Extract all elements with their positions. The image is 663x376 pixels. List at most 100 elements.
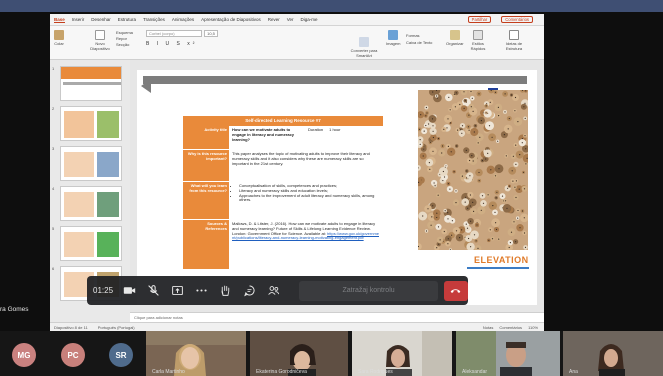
row-label: Why is this resource important? (183, 150, 229, 181)
shapes-button[interactable]: Formas (406, 32, 432, 39)
share-screen-button[interactable] (165, 280, 189, 302)
menu-animacoes[interactable]: Animações (172, 17, 194, 22)
quick-styles-icon (473, 30, 483, 40)
activity-title: How can we motivate adults to engage in … (232, 127, 295, 142)
share-screen-icon (171, 285, 183, 296)
participant-avatar-pc[interactable]: PC (61, 343, 85, 367)
smartart-label: Converter para SmartArt (350, 48, 378, 58)
slide-thumb-4[interactable] (60, 186, 122, 221)
participant-video (563, 331, 663, 376)
participant-video-tile[interactable]: Carla Martinho (146, 331, 246, 376)
thumb-number-2: 2 (52, 106, 55, 111)
participant-video-tile[interactable]: Sara Rodrigues (352, 331, 452, 376)
arrange-button[interactable]: Organizar (446, 30, 464, 47)
table-row: Activity title How can we motivate adult… (183, 126, 383, 150)
participant-video-tile[interactable]: Ekaterina Gorodničeva (250, 331, 348, 376)
video-name: Ana (569, 369, 578, 375)
raise-hand-button[interactable] (213, 280, 237, 302)
font-name-select[interactable]: Corbel (corpo) (146, 30, 202, 37)
picture-icon (388, 30, 399, 40)
row-value: This paper analyses the topic of motivat… (229, 150, 383, 181)
ppt-ribbon: Colar Novo Diapositivo Esquema Repor Sec… (50, 26, 544, 60)
font-size-select[interactable]: 10,5 (204, 30, 218, 37)
arrange-label: Organizar (446, 41, 464, 46)
menu-rever[interactable]: Rever (268, 17, 280, 22)
microphone-button[interactable] (141, 280, 165, 302)
participant-avatar-sr[interactable]: SR (109, 343, 133, 367)
quick-styles-button[interactable]: Estilos Rápidos (468, 30, 488, 51)
design-ideas-label: Ideias de Estrutura (505, 41, 523, 51)
participant-avatar-mg[interactable]: MG (12, 343, 36, 367)
participants-icon (268, 286, 279, 295)
design-ideas-button[interactable]: Ideias de Estrutura (500, 30, 528, 51)
table-row: Sources & References Mallows, D. & Litst… (183, 220, 383, 270)
request-control-button[interactable]: Zatražaj kontrolu (299, 280, 438, 301)
video-name: Aleksandar (462, 369, 488, 375)
menu-estrutura[interactable]: Estrutura (118, 17, 136, 22)
format-buttons[interactable]: B I U S x² (146, 41, 197, 47)
row-value: Conceptualisation of skills, competences… (229, 182, 383, 219)
avatar-initials: SR (115, 350, 127, 360)
meeting-top-strip (0, 0, 663, 12)
mic-muted-icon (147, 285, 159, 296)
picture-button[interactable]: Imagem (386, 30, 400, 47)
slide-thumb-2[interactable] (60, 106, 122, 141)
elevation-logo-underline (467, 267, 529, 269)
comments-toggle[interactable]: Comentários (499, 325, 522, 330)
layout-group: Esquema Repor Secção (116, 30, 133, 48)
notes-toggle[interactable]: Notas (483, 325, 493, 330)
smartart-icon (359, 37, 369, 47)
thumb-number-5: 5 (52, 226, 55, 231)
menu-transicoes[interactable]: Transições (143, 17, 165, 22)
menu-apresentacao[interactable]: Apresentação de Diapositivos (201, 17, 261, 22)
paste-button[interactable]: Colar (54, 30, 64, 47)
clipboard-icon (54, 30, 64, 40)
table-row: What will you learn from this resource? … (183, 182, 383, 220)
row-label: What will you learn from this resource? (183, 182, 229, 219)
camera-button[interactable] (117, 280, 141, 302)
thumb-number-1: 1 (52, 66, 55, 71)
table-title: Self-directed Learning Resource #7 (183, 116, 383, 126)
hang-up-icon (451, 289, 461, 293)
slide-thumb-5[interactable] (60, 226, 122, 261)
video-name: Sara Rodrigues (358, 369, 393, 375)
ellipsis-icon (196, 289, 207, 292)
chat-button[interactable] (237, 280, 261, 302)
new-slide-button[interactable]: Novo Diapositivo (88, 30, 112, 51)
more-options-button[interactable] (189, 280, 213, 302)
new-slide-label: Novo Diapositivo (90, 41, 110, 51)
end-call-button[interactable] (443, 280, 468, 301)
pencils-photo (418, 90, 528, 250)
slide-counter: Diapositivo 8 de 11 (54, 325, 88, 330)
menu-inserir[interactable]: Inserir (72, 17, 85, 22)
participant-video-tile[interactable]: Ana (563, 331, 663, 376)
slide-thumb-1[interactable] (60, 66, 122, 101)
thumb-number-6: 6 (52, 266, 55, 271)
textbox-button[interactable]: Caixa de Texto (406, 39, 432, 46)
chat-icon (243, 285, 255, 297)
participants-button[interactable] (261, 280, 285, 302)
smartart-button[interactable]: Converter para SmartArt (348, 37, 380, 58)
menu-ver[interactable]: Ver (287, 17, 294, 22)
participant-video-tile[interactable]: Aleksandar (456, 331, 560, 376)
language-indicator[interactable]: Português (Portugal) (98, 325, 135, 330)
hand-icon (221, 285, 229, 296)
zoom-level[interactable]: 110% (528, 325, 538, 330)
menu-diga-me[interactable]: Diga-me (301, 17, 318, 22)
current-slide[interactable]: Erasmus+ Self-directed Learning Resource… (137, 70, 537, 305)
menu-base[interactable]: Base (54, 17, 65, 23)
slide-thumb-3[interactable] (60, 146, 122, 181)
call-timer: 01:25 (93, 286, 114, 295)
share-button[interactable]: Partilhar (467, 16, 492, 23)
row-label: Activity title (183, 126, 229, 149)
avatar-initials: MG (17, 350, 31, 360)
duration-label: Duration (308, 127, 324, 132)
menu-desenhar[interactable]: Desenhar (91, 17, 111, 22)
row-label: Sources & References (183, 220, 229, 269)
comments-button[interactable]: Comentários (501, 16, 533, 23)
section-button[interactable]: Secção (116, 42, 133, 48)
picture-label: Imagem (386, 41, 401, 46)
notes-pane[interactable]: Clique para adicionar notas (130, 312, 544, 322)
thumb-number-3: 3 (52, 146, 55, 151)
elevation-logo: ELEVATION (474, 255, 529, 265)
